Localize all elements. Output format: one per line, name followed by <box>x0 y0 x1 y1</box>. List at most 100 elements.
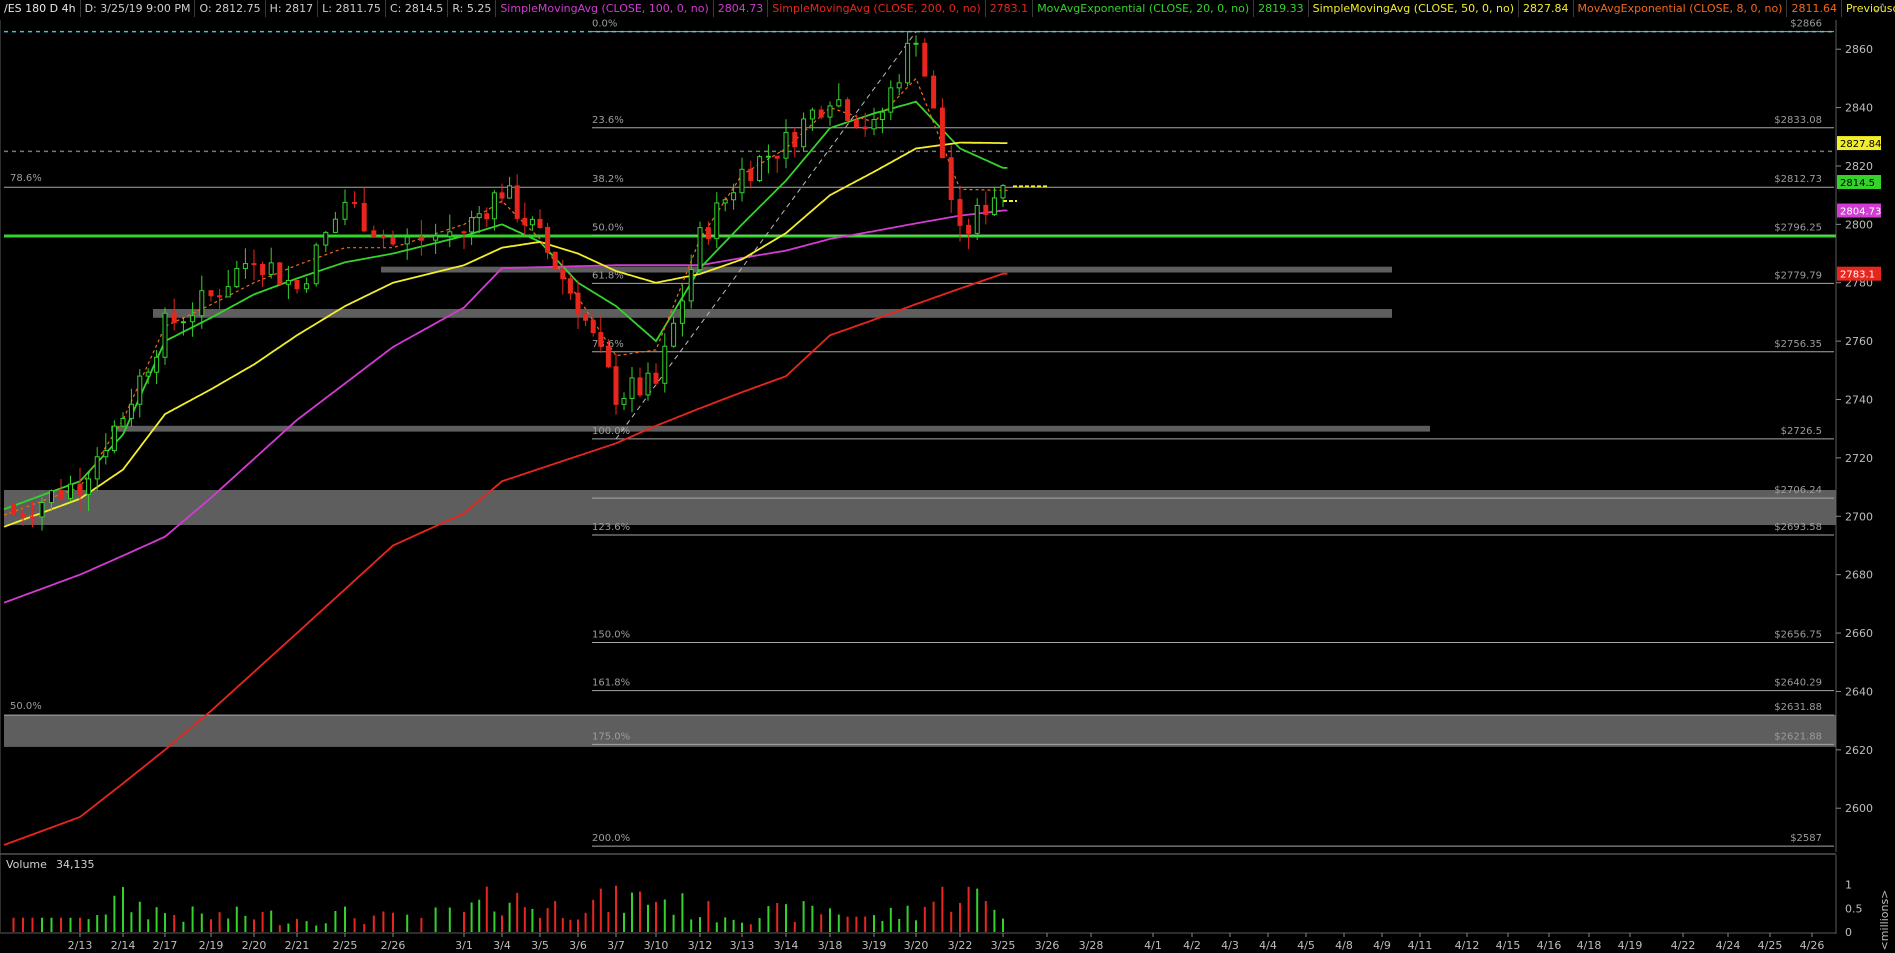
candle-body[interactable] <box>801 118 807 148</box>
candle-body[interactable] <box>714 202 720 240</box>
candle-body[interactable] <box>433 235 439 241</box>
candle-body[interactable] <box>765 155 771 158</box>
candle-body[interactable] <box>77 483 83 495</box>
candle-body[interactable] <box>888 87 894 113</box>
candle-body[interactable] <box>390 237 396 245</box>
candle-body[interactable] <box>469 217 475 233</box>
candle-body[interactable] <box>137 375 143 405</box>
candle-body[interactable] <box>545 226 551 253</box>
candle-body[interactable] <box>323 231 329 246</box>
candle-body[interactable] <box>896 82 902 89</box>
candle-body[interactable] <box>671 322 677 347</box>
candle-body[interactable] <box>277 262 283 285</box>
candle-body[interactable] <box>739 168 745 194</box>
candle-body[interactable] <box>171 312 177 323</box>
candle-body[interactable] <box>567 278 573 294</box>
candle-body[interactable] <box>931 75 937 109</box>
candle-body[interactable] <box>58 490 64 499</box>
candle-body[interactable] <box>688 269 694 302</box>
candle-body[interactable] <box>199 290 205 317</box>
candle-body[interactable] <box>260 263 266 275</box>
candle-body[interactable] <box>484 213 490 220</box>
candle-body[interactable] <box>180 321 186 324</box>
candle-body[interactable] <box>966 224 972 234</box>
candle-body[interactable] <box>217 295 223 298</box>
candle-body[interactable] <box>507 185 513 199</box>
candle-body[interactable] <box>11 504 16 515</box>
candle-body[interactable] <box>845 99 851 121</box>
candle-body[interactable] <box>39 502 45 518</box>
candle-body[interactable] <box>809 109 815 120</box>
candle-body[interactable] <box>49 490 54 504</box>
candle-body[interactable] <box>313 244 319 285</box>
candle-body[interactable] <box>342 201 348 220</box>
candle-body[interactable] <box>190 315 196 323</box>
candle-body[interactable] <box>879 111 885 121</box>
candle-body[interactable] <box>380 235 386 239</box>
candle-body[interactable] <box>242 263 248 270</box>
candle-body[interactable] <box>86 478 92 495</box>
candle-body[interactable] <box>461 231 467 234</box>
candle-body[interactable] <box>679 300 685 324</box>
candle-body[interactable] <box>598 332 604 347</box>
support-zone[interactable] <box>4 714 1836 747</box>
candle-body[interactable] <box>552 251 558 271</box>
candle-body[interactable] <box>332 218 338 233</box>
candle-body[interactable] <box>128 403 134 419</box>
candle-body[interactable] <box>991 197 997 215</box>
support-zone[interactable] <box>4 490 1836 526</box>
support-zone[interactable] <box>111 425 1430 432</box>
candle-body[interactable] <box>748 168 754 182</box>
candle-body[interactable] <box>818 109 824 118</box>
candle-body[interactable] <box>529 218 535 226</box>
candle-body[interactable] <box>30 516 35 519</box>
candle-body[interactable] <box>605 345 611 368</box>
candle-body[interactable] <box>120 417 126 427</box>
candle-body[interactable] <box>251 263 257 266</box>
candle-body[interactable] <box>662 345 668 384</box>
candle-body[interactable] <box>583 313 589 321</box>
candle-body[interactable] <box>705 227 711 240</box>
candle-body[interactable] <box>792 131 798 148</box>
candle-body[interactable] <box>939 107 945 159</box>
candle-body[interactable] <box>853 119 859 128</box>
candle-body[interactable] <box>285 279 291 285</box>
candle-body[interactable] <box>621 397 627 405</box>
candle-body[interactable] <box>476 213 482 219</box>
candle-body[interactable] <box>827 105 833 118</box>
candle-body[interactable] <box>68 483 73 499</box>
candle-body[interactable] <box>371 230 377 237</box>
candle-body[interactable] <box>1000 185 1006 199</box>
candle-body[interactable] <box>560 269 566 280</box>
candle-body[interactable] <box>862 126 868 130</box>
candle-body[interactable] <box>352 201 358 204</box>
candle-body[interactable] <box>913 42 919 45</box>
candle-body[interactable] <box>268 262 274 275</box>
candle-body[interactable] <box>983 204 989 215</box>
candle-body[interactable] <box>757 156 763 182</box>
candle-body[interactable] <box>783 131 789 159</box>
candle-body[interactable] <box>575 292 581 315</box>
candle-body[interactable] <box>922 42 928 77</box>
candle-body[interactable] <box>154 356 160 373</box>
price-chart[interactable]: 0.0% $2866 23.6% $2833.08 38.2% $2812.73 50.0%… <box>0 0 1895 953</box>
candle-body[interactable] <box>537 218 543 228</box>
candle-body[interactable] <box>304 283 310 290</box>
candle-body[interactable] <box>522 217 528 226</box>
candle-body[interactable] <box>225 286 231 298</box>
candle-body[interactable] <box>103 450 109 458</box>
candle-body[interactable] <box>905 42 911 84</box>
candle-body[interactable] <box>629 377 635 399</box>
candle-body[interactable] <box>20 513 26 518</box>
candle-body[interactable] <box>234 268 240 288</box>
candle-body[interactable] <box>637 377 643 396</box>
candle-body[interactable] <box>514 185 520 219</box>
candle-body[interactable] <box>871 119 877 130</box>
candle-body[interactable] <box>948 157 954 201</box>
candle-body[interactable] <box>731 192 737 201</box>
candle-body[interactable] <box>653 372 659 384</box>
candle-body[interactable] <box>111 425 117 452</box>
candle-body[interactable] <box>94 456 100 480</box>
candle-body[interactable] <box>447 231 453 237</box>
candle-body[interactable] <box>162 312 168 358</box>
